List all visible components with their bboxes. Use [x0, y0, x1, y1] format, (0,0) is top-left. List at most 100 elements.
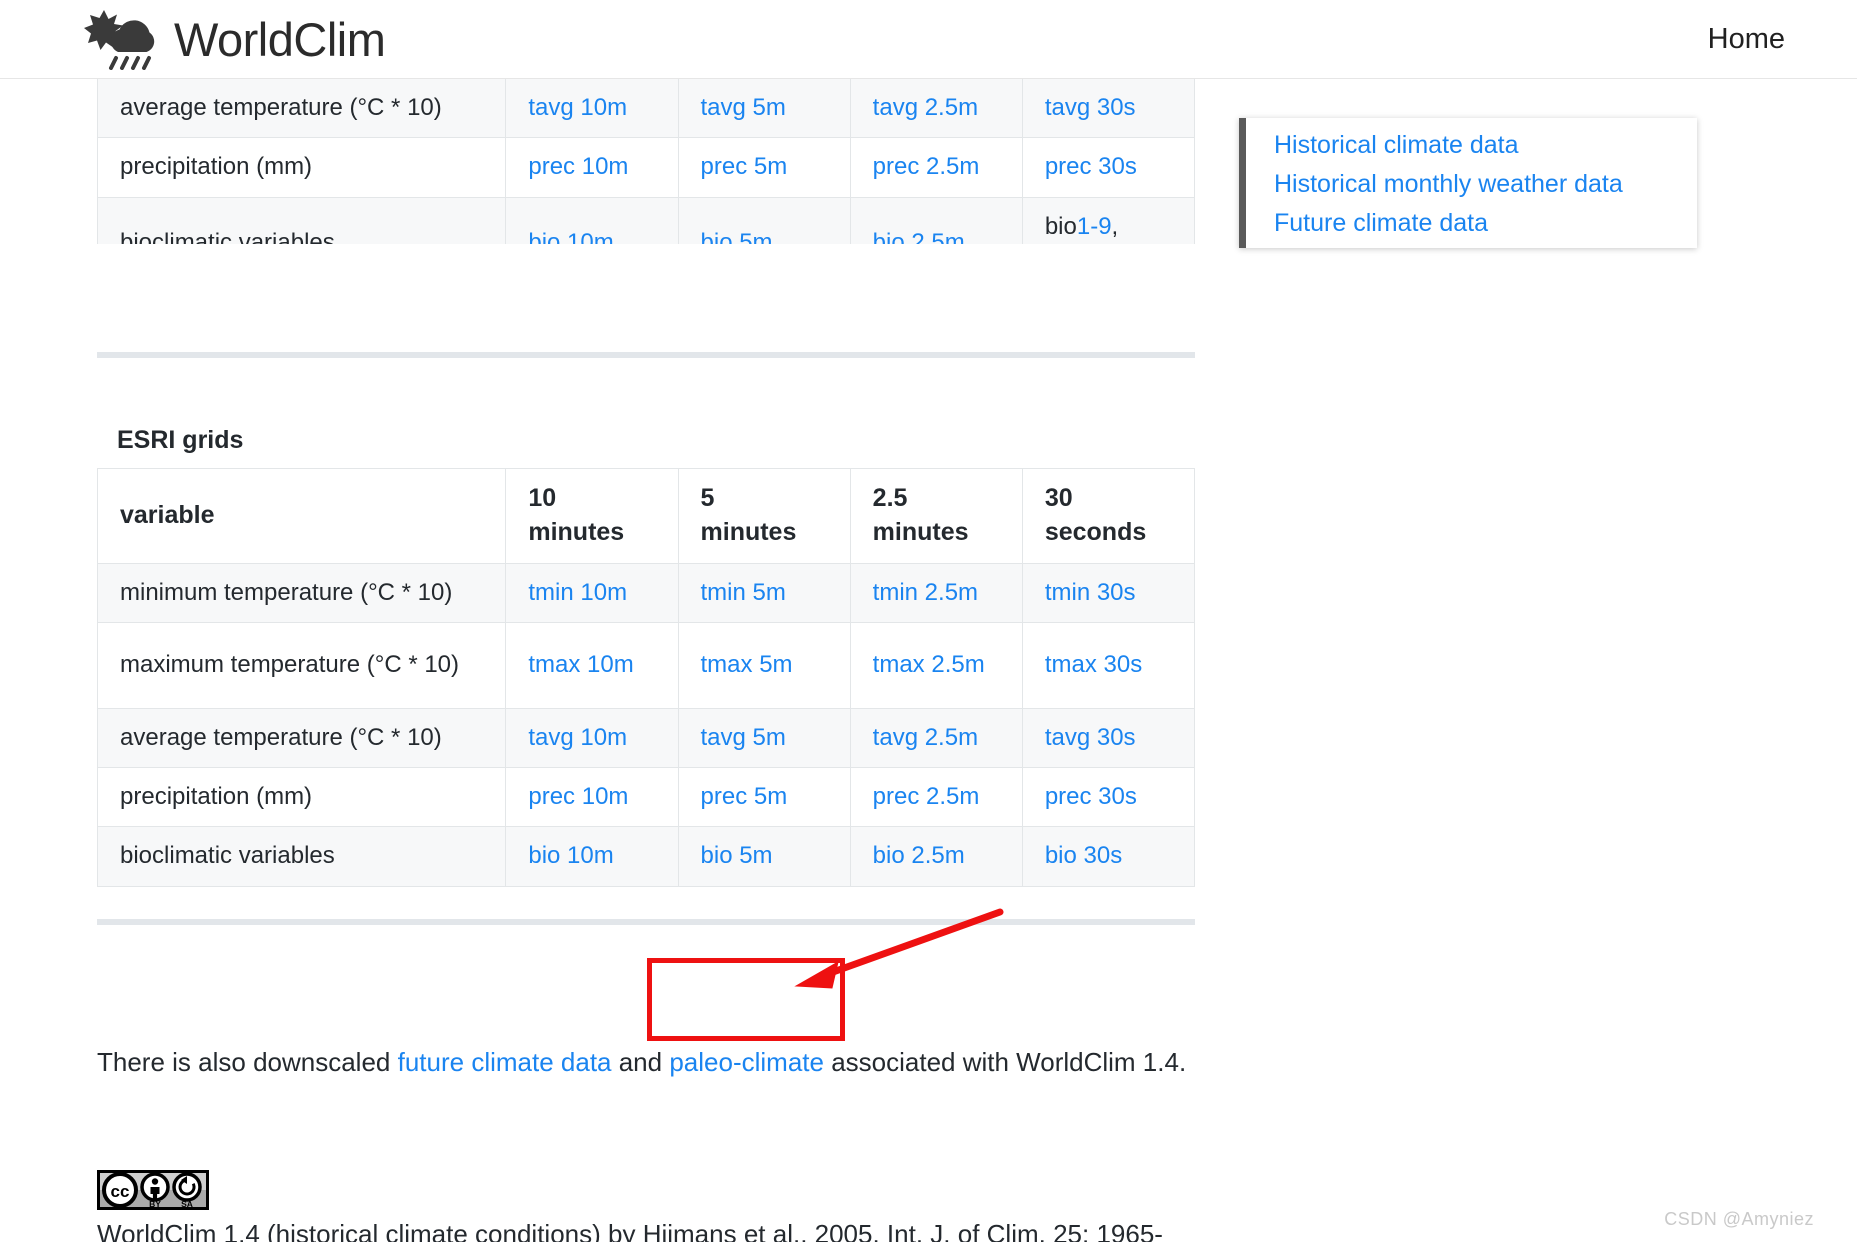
col-header-30-seconds: 30 seconds [1021, 468, 1196, 564]
top-table-clip: average temperature (°C * 10) tavg 10m t… [97, 79, 1197, 244]
sun-cloud-rain-icon [84, 10, 155, 70]
row-variable: minimum temperature (°C * 10) [96, 562, 507, 624]
col-header-line1: 10 [528, 484, 557, 513]
link-bio-5m[interactable]: bio 5m [701, 229, 773, 244]
cell-2.5m: tmin 2.5m [849, 562, 1023, 624]
cell-2.5m: prec 2.5m [849, 766, 1023, 828]
csdn-watermark: CSDN @Amyniez [1664, 1209, 1814, 1229]
cell-10m: tavg 10m [505, 79, 679, 139]
brand-title: WorldClim [174, 12, 386, 66]
link-future-climate-data[interactable]: future climate data [398, 1047, 612, 1077]
link-bio-10m[interactable]: bio 10m [528, 229, 613, 244]
link-tavg-30s[interactable]: tavg 30s [1045, 724, 1136, 751]
cell-5m: bio 5m [677, 196, 851, 244]
link-prec-5m[interactable]: prec 5m [701, 153, 788, 180]
link-tavg-25m[interactable]: tavg 2.5m [873, 94, 978, 121]
col-header-line2: minutes [528, 517, 625, 546]
link-prec-25m[interactable]: prec 2.5m [873, 153, 980, 180]
link-tmax-25m[interactable]: tmax 2.5m [873, 651, 985, 678]
row-variable: precipitation (mm) [97, 137, 507, 198]
col-header-line2: minutes [700, 517, 797, 546]
cell-2.5m: tavg 2.5m [849, 79, 1023, 139]
link-tmin-10m[interactable]: tmin 10m [528, 579, 627, 606]
note-text-part1: There is also downscaled [97, 1046, 398, 1077]
cell-5m: bio 5m [677, 826, 851, 887]
link-tmin-5m[interactable]: tmin 5m [701, 579, 786, 606]
row-variable: average temperature (°C * 10) [97, 79, 507, 139]
link-tmax-10m[interactable]: tmax 10m [528, 651, 633, 678]
cell-2.5m: tmax 2.5m [849, 622, 1023, 709]
header-nav: Home [1708, 0, 1857, 79]
panel-link-future-climate-data[interactable]: Future climate data [1246, 204, 1697, 243]
cell-10m: prec 10m [505, 766, 679, 828]
cell-10m: tmin 10m [505, 562, 679, 624]
row-variable: maximum temperature (°C * 10) [96, 622, 507, 709]
cell-30s: tmin 30s [1021, 562, 1196, 624]
link-tmax-5m[interactable]: tmax 5m [701, 651, 793, 678]
link-prec-30s[interactable]: prec 30s [1045, 783, 1137, 810]
table-header-row: variable 10 minutes 5 minutes 2.5 minute… [96, 468, 1196, 564]
link-prec-30s[interactable]: prec 30s [1045, 153, 1137, 180]
link-tavg-30s[interactable]: tavg 30s [1045, 94, 1136, 121]
cell-5m: tavg 5m [677, 79, 851, 139]
svg-text:cc: cc [111, 1182, 130, 1201]
col-header-line1: 2.5 [872, 484, 908, 513]
brand[interactable]: WorldClim [84, 8, 386, 70]
panel-link-historical-climate-data[interactable]: Historical climate data [1246, 126, 1697, 165]
panel-link-historical-monthly-weather-data[interactable]: Historical monthly weather data [1246, 165, 1697, 204]
badge-sa-label: SA [181, 1199, 193, 1209]
row-variable: bioclimatic variables [96, 826, 507, 887]
row-variable: bioclimatic variables [97, 196, 507, 244]
note-text-part3: associated with WorldClim 1.4. [823, 1046, 1187, 1077]
link-tavg-25m[interactable]: tavg 2.5m [873, 724, 978, 751]
cell-5m: prec 5m [677, 137, 851, 198]
link-bio-30s[interactable]: bio 30s [1045, 842, 1122, 869]
link-tmax-30s[interactable]: tmax 30s [1045, 651, 1142, 678]
col-header-line1: 30 [1044, 484, 1073, 513]
cell-10m: tavg 10m [505, 707, 679, 768]
col-header-5-minutes: 5 minutes [677, 468, 851, 564]
table-row: minimum temperature (°C * 10) tmin 10m t… [96, 562, 1196, 624]
link-prec-5m[interactable]: prec 5m [701, 783, 788, 810]
link-bio-25m[interactable]: bio 2.5m [873, 842, 965, 869]
cell-10m: bio 10m [505, 826, 679, 887]
link-bio-25m[interactable]: bio 2.5m [873, 229, 965, 244]
link-tavg-10m[interactable]: tavg 10m [528, 724, 627, 751]
cell-30s: prec 30s [1021, 137, 1196, 198]
site-header: WorldClim Home [0, 0, 1857, 79]
link-bio-10m[interactable]: bio 10m [528, 842, 613, 869]
link-tavg-5m[interactable]: tavg 5m [701, 94, 786, 121]
cell-5m: tmin 5m [677, 562, 851, 624]
link-tmin-30s[interactable]: tmin 30s [1045, 579, 1136, 606]
link-paleo-climate[interactable]: paleo-climate [669, 1047, 824, 1077]
link-prec-10m[interactable]: prec 10m [528, 783, 628, 810]
cell-2.5m: tavg 2.5m [849, 707, 1023, 768]
link-prec-25m[interactable]: prec 2.5m [873, 783, 980, 810]
cell-2.5m: prec 2.5m [849, 137, 1023, 198]
quick-links-panel: Historical climate data Historical month… [1239, 118, 1697, 248]
cell-5m: tavg 5m [677, 707, 851, 768]
link-tavg-10m[interactable]: tavg 10m [528, 94, 627, 121]
col-header-2.5-minutes: 2.5 minutes [849, 468, 1023, 564]
nav-link-home[interactable]: Home [1708, 23, 1785, 56]
license-text-part1: WorldClim 1.4 (historical climate condit… [97, 1218, 1163, 1242]
note-text-part2: and [611, 1046, 670, 1077]
cell-30s: tavg 30s [1021, 707, 1196, 768]
row-variable: average temperature (°C * 10) [96, 707, 507, 768]
link-bio-5m[interactable]: bio 5m [701, 842, 773, 869]
link-tmin-25m[interactable]: tmin 2.5m [873, 579, 978, 606]
link-bio-1-9[interactable]: 1-9 [1077, 213, 1112, 240]
col-header-variable: variable [96, 468, 507, 564]
link-prec-10m[interactable]: prec 10m [528, 153, 628, 180]
cell-10m: bio 10m [505, 196, 679, 244]
cc-by-sa-badge-icon[interactable]: cc BY SA [97, 1169, 209, 1210]
bio-separator: , [1111, 212, 1119, 240]
link-tavg-5m[interactable]: tavg 5m [701, 724, 786, 751]
col-header-10-minutes: 10 minutes [505, 468, 679, 564]
esri-section-title: ESRI grids [117, 426, 244, 454]
col-header-line2: seconds [1044, 517, 1147, 546]
cell-2.5m: bio 2.5m [849, 196, 1023, 244]
col-header-line2: minutes [872, 517, 969, 546]
